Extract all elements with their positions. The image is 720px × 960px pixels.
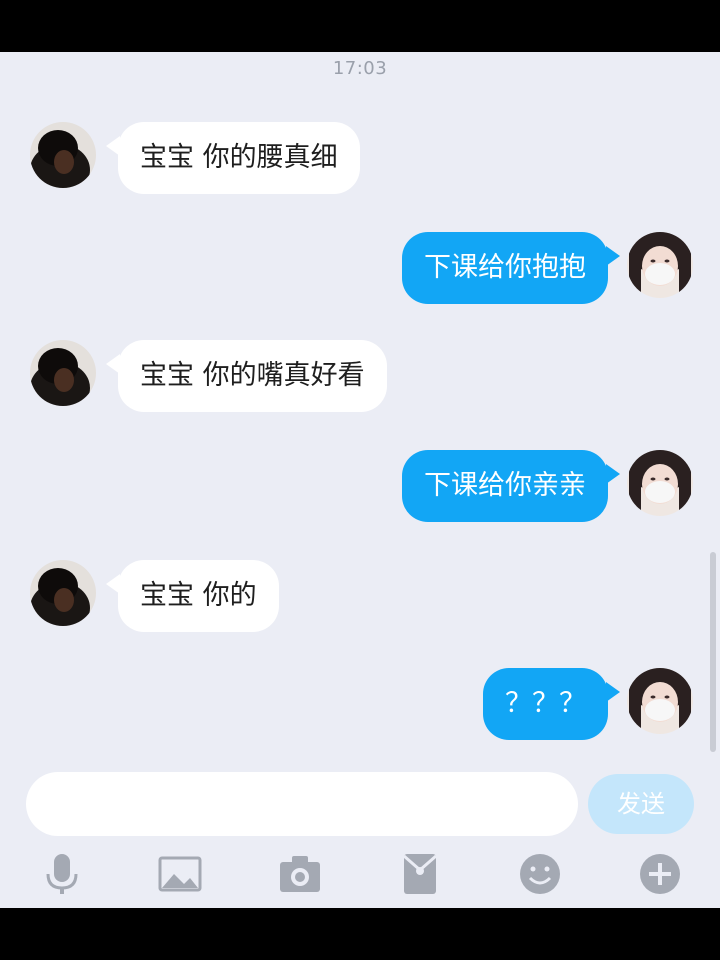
message-row: 宝宝 你的腰真细 [0,118,720,198]
my-avatar[interactable] [627,668,693,734]
message-row: 宝宝 你的嘴真好看 [0,336,720,416]
contact-avatar[interactable] [30,560,96,626]
message-timestamp: 17:03 [332,58,388,79]
message-row: 下课给你抱抱 [0,228,720,308]
chat-screen: 17:03 宝宝 你的腰真细 下课给你抱抱 宝宝 你的嘴真好看 下课给你亲亲 宝… [0,52,720,908]
incoming-message-bubble[interactable]: 宝宝 你的 [106,560,279,632]
send-button[interactable]: 发送 [588,774,694,834]
plus-icon[interactable] [638,852,682,896]
letterbox-bottom [0,908,720,960]
microphone-icon[interactable] [40,852,84,896]
my-avatar[interactable] [627,450,693,516]
scrollbar[interactable] [710,552,716,752]
contact-avatar[interactable] [30,122,96,188]
contact-avatar[interactable] [30,340,96,406]
message-input[interactable] [26,772,578,836]
outgoing-message-bubble[interactable]: 下课给你亲亲 [402,450,620,522]
image-icon[interactable] [158,852,202,896]
incoming-message-bubble[interactable]: 宝宝 你的腰真细 [106,122,360,194]
message-row: 宝宝 你的 [0,556,720,636]
camera-icon[interactable] [278,852,322,896]
red-packet-icon[interactable] [398,852,442,896]
incoming-message-bubble[interactable]: 宝宝 你的嘴真好看 [106,340,387,412]
outgoing-message-bubble[interactable]: 下课给你抱抱 [402,232,620,304]
letterbox-top [0,0,720,52]
message-row: ？？？ [0,664,720,744]
input-toolbar [0,840,720,904]
message-row: 下课给你亲亲 [0,446,720,526]
outgoing-message-bubble[interactable]: ？？？ [483,668,620,740]
my-avatar[interactable] [627,232,693,298]
emoji-icon[interactable] [518,852,562,896]
